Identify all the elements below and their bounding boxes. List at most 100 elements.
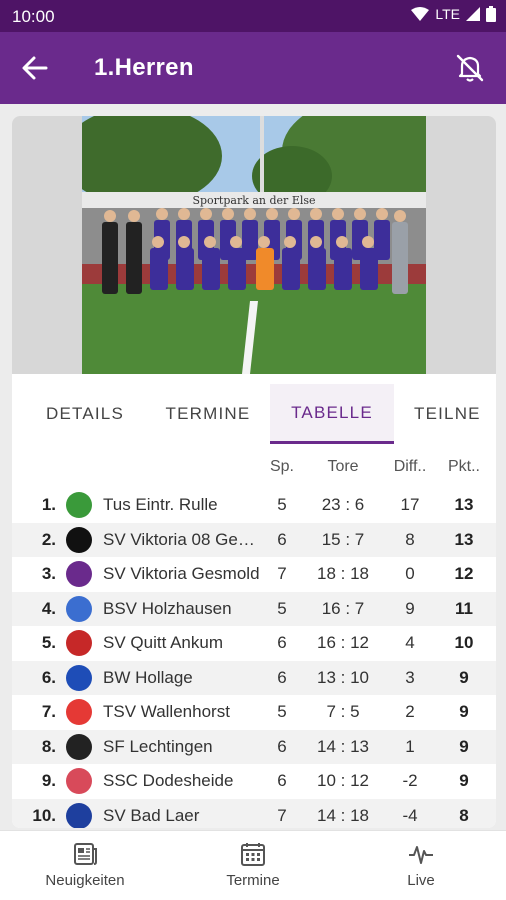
goals: 15 : 7 (321, 529, 365, 549)
page-title: 1.Herren (94, 54, 194, 81)
battery-icon (486, 6, 496, 22)
points: 13 (454, 529, 474, 549)
arrow-left-icon (22, 56, 48, 80)
rank: 1. (41, 495, 56, 515)
rank: 7. (41, 702, 56, 722)
club-crest-icon (66, 561, 92, 588)
team-name: SV Bad Laer (103, 805, 200, 825)
club-logo (66, 661, 92, 696)
notifications-toggle-button[interactable] (454, 52, 486, 84)
goal-difference: 9 (405, 598, 415, 618)
club-crest-icon (66, 492, 92, 519)
table-row[interactable]: 5. SV Quitt Ankum 6 16 : 12 4 10 (12, 626, 496, 661)
nav-termine[interactable]: Termine (188, 841, 318, 897)
status-icons: LTE (411, 6, 496, 22)
club-logo (66, 523, 92, 558)
goal-difference: -4 (402, 805, 418, 825)
newspaper-icon (74, 843, 97, 865)
club-logo (66, 799, 92, 828)
points: 10 (454, 633, 474, 653)
header-games[interactable]: Sp. (264, 446, 300, 488)
games-played: 7 (277, 564, 287, 584)
nav-label: Neuigkeiten (45, 872, 125, 889)
rank: 2. (41, 529, 56, 549)
status-time: 10:00 (12, 7, 55, 26)
table-row[interactable]: 2. SV Viktoria 08 Gesmold 6 15 : 7 8 13 (12, 522, 496, 558)
tab-details[interactable]: DETAILS (12, 384, 158, 444)
rank: 5. (41, 633, 56, 653)
points: 9 (459, 736, 469, 756)
goals: 18 : 18 (317, 564, 369, 584)
signal-icon (466, 7, 480, 21)
club-crest-icon (66, 768, 92, 795)
goal-difference: -2 (402, 771, 418, 791)
club-logo (66, 626, 92, 661)
club-logo (66, 557, 92, 592)
goal-difference: 3 (405, 667, 415, 687)
points: 9 (459, 771, 469, 791)
games-played: 5 (277, 598, 287, 618)
club-crest-icon (66, 630, 92, 657)
table-row[interactable]: 3. SV Viktoria Gesmold 7 18 : 18 0 12 (12, 557, 496, 592)
points: 11 (455, 598, 473, 618)
nav-neuigkeiten[interactable]: Neuigkeiten (20, 841, 150, 897)
tab-label: TERMINE (165, 404, 251, 423)
goal-difference: 2 (405, 702, 415, 722)
games-played: 6 (277, 736, 287, 756)
tab-termine[interactable]: TERMINE (146, 384, 270, 444)
bottom-navigation: Neuigkeiten Termine Live (0, 830, 506, 900)
header-goals[interactable]: Tore (308, 446, 378, 488)
club-logo (66, 592, 92, 627)
goals: 7 : 5 (326, 702, 360, 722)
club-crest-icon (66, 699, 92, 726)
club-crest-icon (66, 526, 92, 553)
table-row[interactable]: 9. SSC Dodesheide 6 10 : 12 -2 9 (12, 764, 496, 799)
nav-live[interactable]: Live (356, 841, 486, 897)
team-name: BW Hollage (103, 667, 193, 687)
goal-difference: 4 (405, 633, 415, 653)
table-row[interactable]: 7. TSV Wallenhorst 5 7 : 5 2 9 (12, 695, 496, 730)
goals: 13 : 10 (317, 667, 369, 687)
goals: 14 : 13 (317, 736, 369, 756)
goals: 16 : 12 (317, 633, 369, 653)
tab-teilnehmer[interactable]: TEILNE (400, 384, 496, 444)
pulse-icon (409, 846, 433, 864)
team-name: BSV Holzhausen (103, 598, 232, 618)
goals: 16 : 7 (321, 598, 365, 618)
status-bar: 10:00 LTE (0, 0, 506, 32)
games-played: 6 (277, 633, 287, 653)
games-played: 6 (277, 771, 287, 791)
games-played: 5 (277, 495, 287, 515)
tab-bar: DETAILS TERMINE TABELLE TEILNE (12, 384, 496, 444)
goal-difference: 8 (405, 529, 415, 549)
tab-label: TABELLE (291, 402, 373, 422)
tab-tabelle[interactable]: TABELLE (270, 384, 394, 444)
bell-off-icon (456, 54, 484, 82)
games-played: 5 (277, 702, 287, 722)
goals: 10 : 12 (317, 771, 369, 791)
header-points[interactable]: Pkt.. (442, 446, 486, 488)
table-row[interactable]: 10. SV Bad Laer 7 14 : 18 -4 8 (12, 798, 496, 828)
rank: 10. (32, 805, 56, 825)
team-card: Sportpark an der Else DETAILS TERMINE TA… (12, 116, 496, 828)
back-button[interactable] (20, 54, 50, 82)
club-logo (66, 695, 92, 730)
table-header: Sp. Tore Diff.. Pkt.. (12, 446, 496, 488)
rank: 6. (41, 667, 56, 687)
table-row[interactable]: 4. BSV Holzhausen 5 16 : 7 9 11 (12, 591, 496, 627)
team-name: SV Viktoria Gesmold (103, 564, 260, 583)
header-difference[interactable]: Diff.. (387, 446, 433, 488)
team-name: SV Quitt Ankum (103, 633, 223, 652)
photo-banner-text: Sportpark an der Else (192, 194, 315, 207)
club-logo (66, 488, 92, 523)
team-name: SF Lechtingen (103, 736, 213, 756)
table-row[interactable]: 6. BW Hollage 6 13 : 10 3 9 (12, 660, 496, 696)
points: 8 (459, 805, 469, 825)
table-row[interactable]: 1. Tus Eintr. Rulle 5 23 : 6 17 13 (12, 488, 496, 523)
table-row[interactable]: 8. SF Lechtingen 6 14 : 13 1 9 (12, 729, 496, 764)
rank: 9. (41, 771, 56, 791)
goal-difference: 17 (400, 495, 420, 515)
team-photo: Sportpark an der Else (82, 116, 426, 374)
goal-difference: 0 (405, 564, 415, 584)
team-name: TSV Wallenhorst (103, 702, 230, 721)
